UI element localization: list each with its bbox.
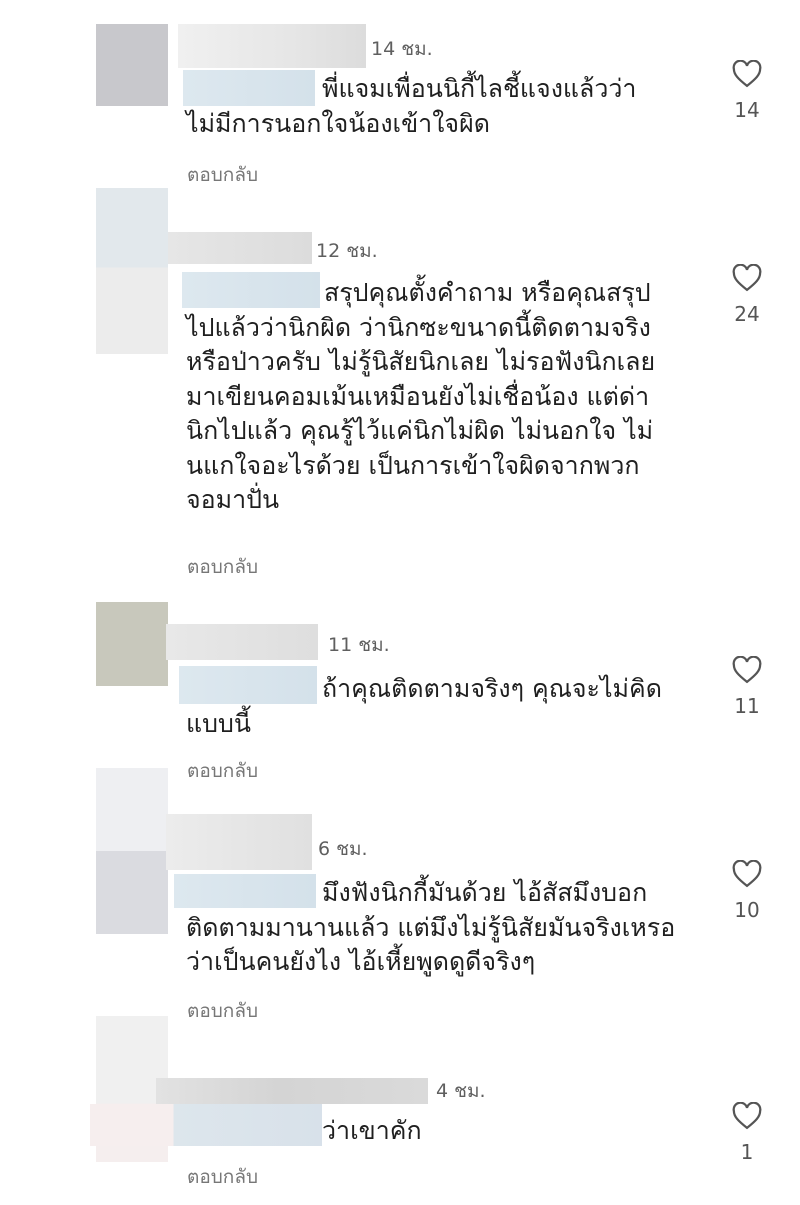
avatar[interactable]: [96, 24, 168, 106]
comment-time: 4 ชม.: [436, 1080, 486, 1102]
comment-time: 14 ชม.: [371, 38, 433, 60]
reply-button[interactable]: ตอบกลับ: [187, 1162, 258, 1192]
like-count: 10: [734, 898, 760, 922]
heart-outline-icon[interactable]: [732, 264, 762, 292]
reply-button[interactable]: ตอบกลับ: [187, 552, 258, 582]
comment-time: 6 ชม.: [318, 838, 368, 860]
like-button[interactable]: 14: [726, 60, 768, 122]
comment-text: ว่าเขาคัก: [322, 1116, 422, 1145]
avatar[interactable]: [96, 602, 168, 686]
username-redacted[interactable]: [166, 624, 318, 660]
heart-outline-icon[interactable]: [732, 656, 762, 684]
like-count: 1: [740, 1140, 754, 1164]
like-button[interactable]: 1: [726, 1102, 768, 1164]
like-count: 11: [734, 694, 760, 718]
like-count: 24: [734, 302, 760, 326]
heart-outline-icon[interactable]: [732, 860, 762, 888]
like-button[interactable]: 24: [726, 264, 768, 326]
reply-button[interactable]: ตอบกลับ: [187, 756, 258, 786]
comment-text: พี่แจมเพื่อนนิกี้ไลชี้แจงแล้วว่า ไม่มีกา…: [186, 74, 637, 138]
comment-text: สรุปคุณตั้งคำถาม หรือคุณสรุป ไปแล้วว่านิ…: [186, 278, 656, 514]
username-redacted[interactable]: [168, 232, 312, 264]
comment-text: ถ้าคุณติดตามจริงๆ คุณจะไม่คิด แบบนี้: [186, 674, 662, 738]
username-redacted[interactable]: [178, 24, 366, 68]
comment-time: 11 ชม.: [328, 634, 390, 656]
username-redacted[interactable]: [166, 814, 312, 870]
like-button[interactable]: 10: [726, 860, 768, 922]
reply-button[interactable]: ตอบกลับ: [187, 996, 258, 1026]
comment-time: 12 ชม.: [316, 240, 378, 262]
reply-button[interactable]: ตอบกลับ: [187, 160, 258, 190]
avatar[interactable]: [96, 768, 168, 934]
comment-text: มึงฟังนิกกี้มันด้วย ไอ้สัสมึงบอก ติดตามม…: [186, 878, 676, 976]
heart-outline-icon[interactable]: [732, 60, 762, 88]
avatar[interactable]: [96, 188, 168, 354]
like-button[interactable]: 11: [726, 656, 768, 718]
heart-outline-icon[interactable]: [732, 1102, 762, 1130]
username-redacted[interactable]: [156, 1078, 428, 1104]
like-count: 14: [734, 98, 760, 122]
